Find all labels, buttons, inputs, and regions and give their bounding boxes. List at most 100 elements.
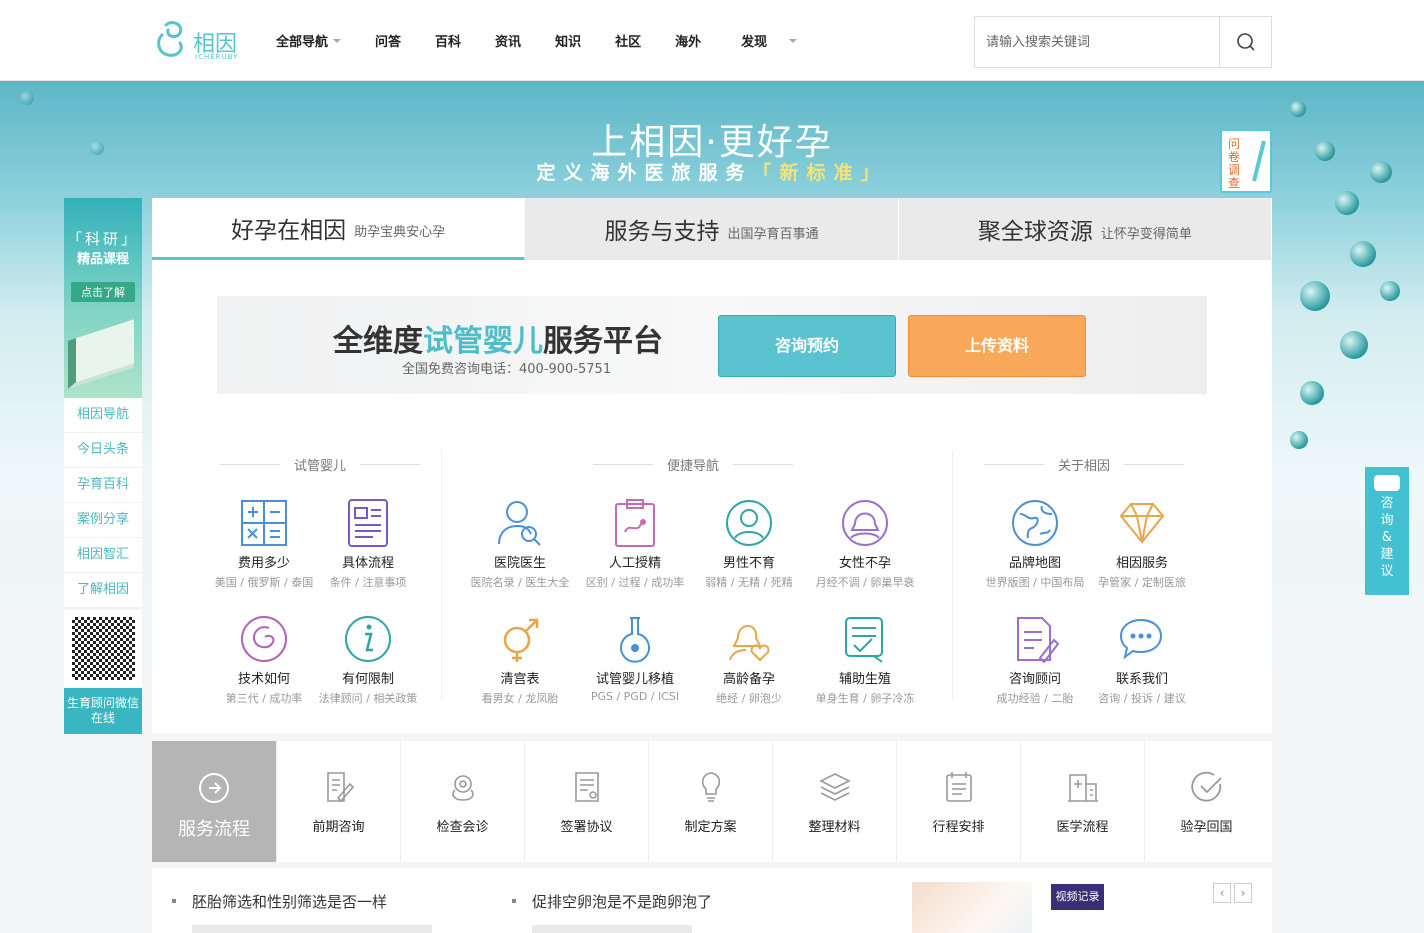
main-panel: 好孕在相因 助孕宝典安心孕 服务与支持 出国孕育百事通 聚全球资源 让怀孕变得简单 全… — [152, 198, 1272, 733]
wechat-consult-label[interactable]: 生育顾问微信在线 — [64, 688, 142, 734]
dna-decoration — [20, 91, 34, 105]
process-step-medical[interactable]: 医学流程 — [1020, 741, 1144, 862]
dna-decoration — [1300, 381, 1324, 405]
search-button[interactable] — [1219, 17, 1271, 67]
arrow-right-circle-icon — [199, 773, 229, 803]
book-icon — [68, 319, 134, 389]
calculator-icon — [241, 500, 287, 546]
qr-code — [64, 610, 142, 688]
quick-insemination[interactable]: 人工授精 区别 / 过程 / 成功率 — [575, 498, 695, 590]
quick-hospital[interactable]: 医院医生 医院名录 / 医生大全 — [460, 498, 580, 590]
search-input[interactable] — [975, 17, 1219, 67]
checklist-icon — [845, 617, 883, 663]
process-step-return[interactable]: 验孕回国 — [1144, 741, 1268, 862]
chevron-down-icon — [333, 38, 342, 43]
doctor-icon — [498, 501, 541, 546]
news-link[interactable] — [532, 925, 692, 933]
feedback-float-button[interactable]: 咨询&建议 — [1365, 467, 1409, 595]
video-record-tag[interactable]: 视频记录 — [1051, 884, 1104, 910]
tab-service[interactable]: 服务与支持 出国孕育百事通 — [525, 198, 899, 260]
side-item-headlines[interactable]: 今日头条 — [64, 433, 142, 468]
quick-advanced-age[interactable]: 高龄备孕 绝经 / 卵泡少 — [689, 614, 809, 706]
group-title-ivf: 试管婴儿 — [206, 455, 434, 474]
hotline-text: 全国免费咨询电话：400-900-5751 — [402, 362, 612, 377]
form-pen-icon — [1017, 617, 1060, 664]
quick-ivf-transfer[interactable]: 试管婴儿移植 PGS / PGD / ICSI — [575, 614, 695, 703]
quick-brand-map[interactable]: 品牌地图 世界版图 / 中国布局 — [975, 498, 1095, 590]
search-box — [974, 16, 1272, 68]
side-item-about[interactable]: 了解相因 — [64, 573, 142, 608]
quick-cost[interactable]: 费用多少 美国 / 俄罗斯 / 泰国 — [204, 498, 324, 590]
news-link[interactable]: 促排空卵泡是不是跑卵泡了 — [511, 891, 712, 912]
dna-decoration — [1290, 431, 1308, 449]
lightbulb-icon — [701, 772, 720, 802]
quick-process[interactable]: 具体流程 条件 / 注意事项 — [308, 498, 428, 590]
news-link[interactable] — [192, 925, 432, 933]
male-avatar-icon — [726, 500, 772, 546]
globe-icon — [1012, 500, 1058, 546]
quick-female-infertility[interactable]: 女性不孕 月经不调 / 卵巢早衰 — [805, 498, 925, 590]
banner-subtitle: 定义海外医旅服务「新标准」 — [536, 162, 888, 184]
quick-consultant[interactable]: 咨询顾问 成功经验 / 二胎 — [975, 614, 1095, 706]
process-step-examination[interactable]: 检查会诊 — [400, 741, 524, 862]
side-item-guide[interactable]: 相因导航 — [64, 398, 142, 433]
divider — [441, 450, 442, 700]
process-step-itinerary[interactable]: 行程安排 — [896, 741, 1020, 862]
nav-community[interactable]: 社区 — [615, 31, 641, 50]
nav-knowledge[interactable]: 知识 — [555, 31, 581, 50]
consult-button[interactable]: 咨询预约 — [718, 315, 896, 377]
contract-icon — [574, 772, 599, 802]
side-item-insights[interactable]: 相因智汇 — [64, 538, 142, 573]
nav-qa[interactable]: 问答 — [375, 31, 401, 50]
message-icon — [1374, 475, 1400, 491]
check-circle-icon — [1190, 771, 1222, 802]
news-link[interactable]: 胚胎筛选和性别筛选是否一样 — [171, 891, 387, 912]
news-section: 胚胎筛选和性别筛选是否一样 促排空卵泡是不是跑卵泡了 视频记录 ‹ › — [152, 868, 1272, 933]
quick-assisted-reproduction[interactable]: 辅助生殖 单身生育 / 卵子冷冻 — [805, 614, 925, 706]
process-step-materials[interactable]: 整理材料 — [772, 741, 896, 862]
divider — [952, 450, 953, 700]
upload-button[interactable]: 上传资料 — [908, 315, 1086, 377]
next-arrow-icon[interactable]: › — [1234, 883, 1252, 903]
side-nav: 相因导航 今日头条 孕育百科 案例分享 相因智汇 了解相因 — [64, 398, 142, 608]
site-logo[interactable]: 相因 ICHERUBY — [152, 17, 244, 63]
side-item-wiki[interactable]: 孕育百科 — [64, 468, 142, 503]
dna-decoration — [1350, 241, 1376, 267]
nav-overseas[interactable]: 海外 — [675, 31, 701, 50]
platform-title: 全维度试管婴儿服务平台 — [333, 324, 663, 359]
process-title-tile: 服务流程 — [152, 741, 276, 862]
ivf-platform-banner: 全维度试管婴儿服务平台 全国免费咨询电话：400-900-5751 咨询预约 上… — [217, 296, 1207, 394]
logo-icon — [157, 21, 183, 57]
quick-restrictions[interactable]: 有何限制 法律顾问 / 相关政策 — [308, 614, 428, 706]
nav-encyclopedia[interactable]: 百科 — [435, 31, 461, 50]
tab-pregnancy[interactable]: 好孕在相因 助孕宝典安心孕 — [152, 198, 526, 260]
chevron-down-icon — [789, 38, 798, 43]
clipboard-icon — [615, 499, 655, 547]
flask-icon — [620, 617, 650, 663]
nav-discover[interactable]: 发现 — [741, 31, 798, 50]
woman-heart-icon — [729, 625, 770, 662]
quick-services[interactable]: 相因服务 孕管家 / 定制医旅 — [1082, 498, 1202, 590]
carousel-controls: ‹ › — [1210, 883, 1252, 903]
side-item-cases[interactable]: 案例分享 — [64, 503, 142, 538]
dna-decoration — [1380, 281, 1400, 301]
layers-icon — [818, 773, 851, 801]
process-step-consult[interactable]: 前期咨询 — [276, 741, 400, 862]
prev-arrow-icon[interactable]: ‹ — [1213, 883, 1231, 903]
nav-all[interactable]: 全部导航 — [276, 31, 342, 50]
video-thumbnail[interactable] — [912, 882, 1032, 933]
survey-button[interactable]: 问卷调查 — [1220, 129, 1272, 193]
tab-global[interactable]: 聚全球资源 让怀孕变得简单 — [899, 198, 1272, 260]
process-step-plan[interactable]: 制定方案 — [648, 741, 772, 862]
quick-gender-chart[interactable]: 清宫表 看男女 / 龙凤胎 — [460, 614, 580, 706]
course-ad[interactable]: 「科研」 精品课程 点击了解 — [64, 198, 142, 398]
female-avatar-icon — [842, 500, 888, 546]
ad-learn-button[interactable]: 点击了解 — [71, 282, 135, 302]
quick-male-infertility[interactable]: 男性不育 弱精 / 无精 / 死精 — [689, 498, 809, 590]
quick-technology[interactable]: 技术如何 第三代 / 成功率 — [204, 614, 324, 706]
nav-news[interactable]: 资讯 — [495, 31, 521, 50]
group-title-about: 关于相因 — [970, 455, 1198, 474]
process-step-agreement[interactable]: 签署协议 — [524, 741, 648, 862]
quick-contact[interactable]: 联系我们 咨询 / 投诉 / 建议 — [1082, 614, 1202, 706]
gender-icon — [503, 618, 539, 662]
